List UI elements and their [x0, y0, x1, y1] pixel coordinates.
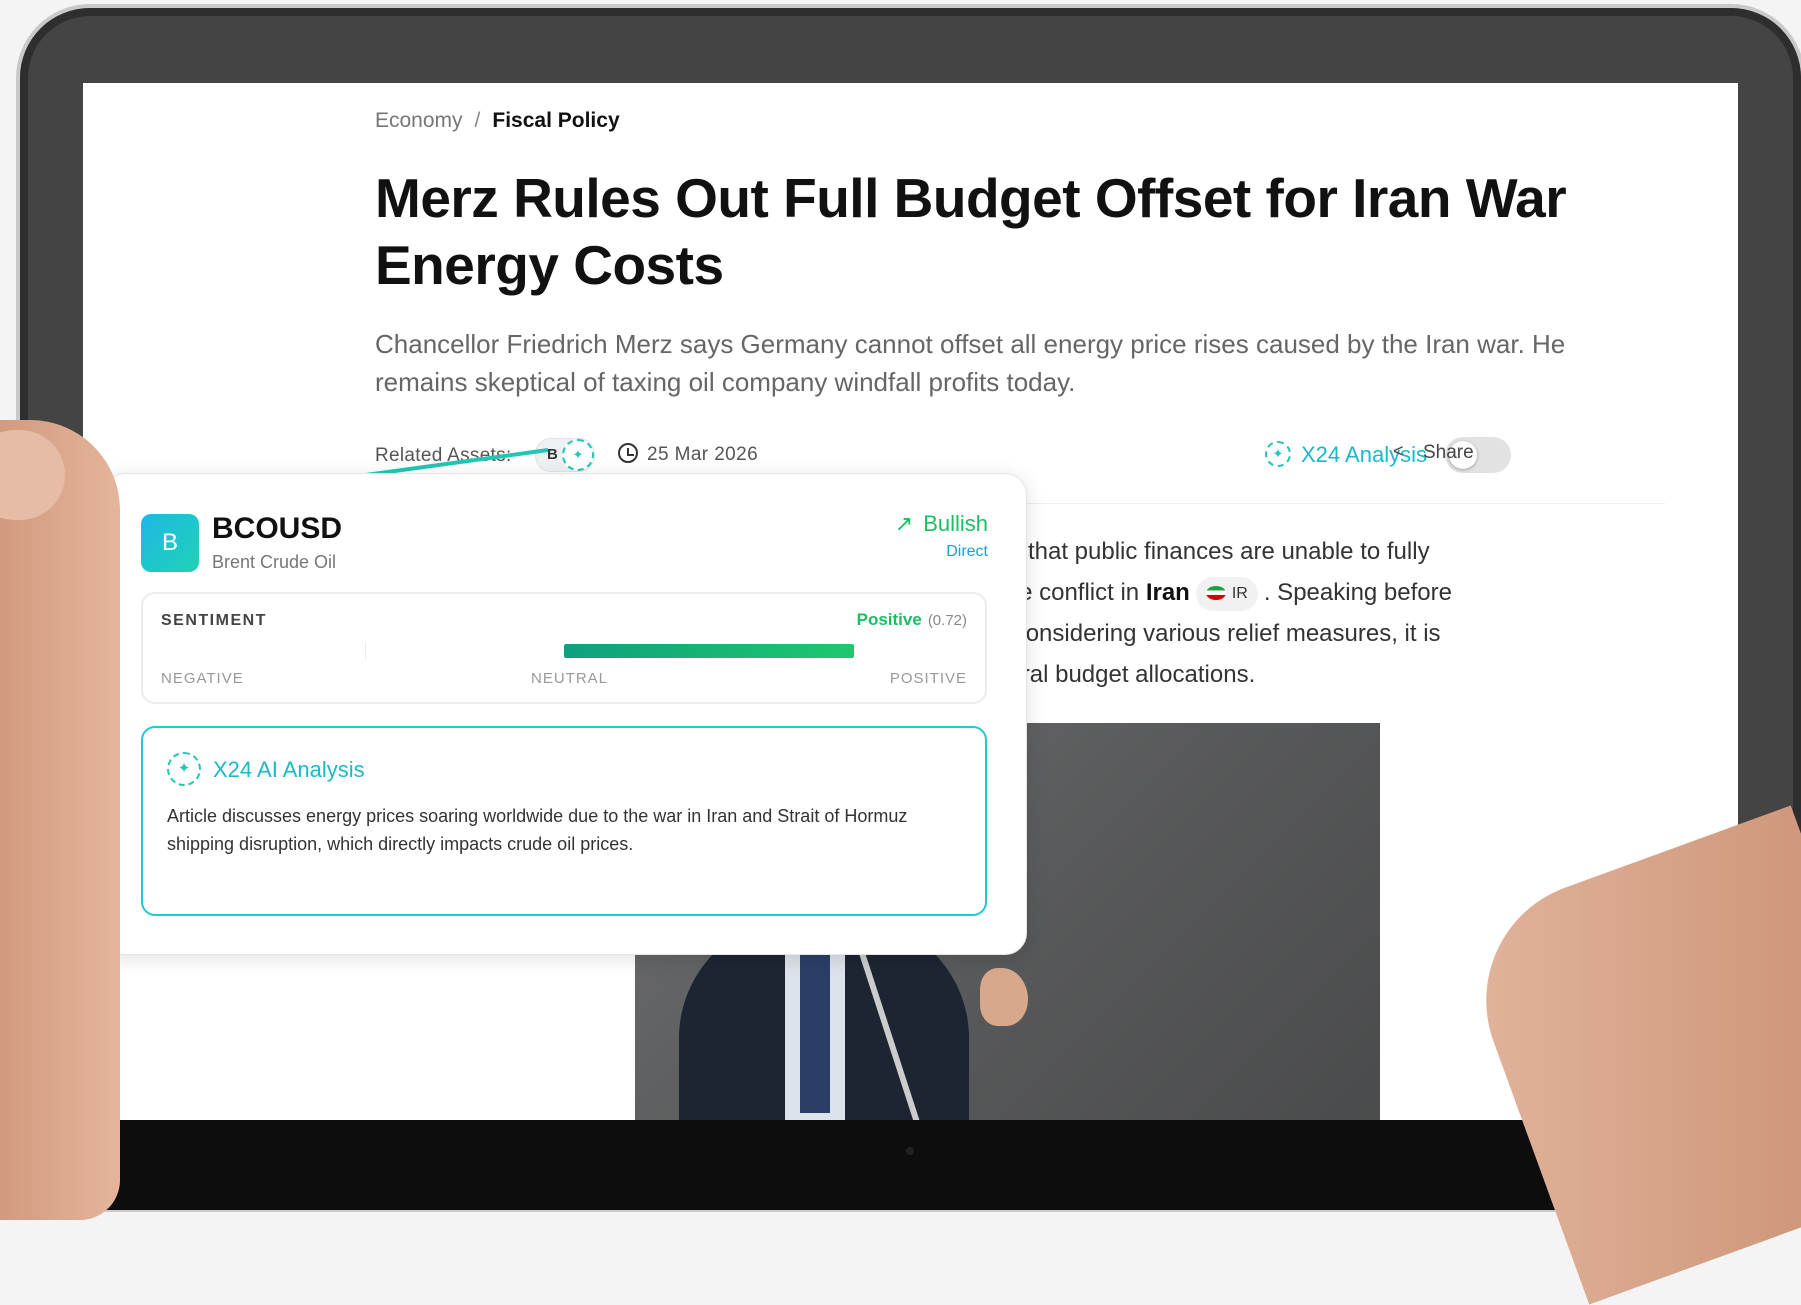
signal-type: Direct	[946, 543, 988, 560]
sentiment-title: SENTIMENT	[161, 612, 267, 629]
article-date: 25 Mar 2026	[647, 444, 759, 465]
sentiment-label: Positive	[856, 610, 922, 629]
sentiment-scale-negative: NEGATIVE	[161, 670, 244, 687]
iran-flag-icon	[1205, 585, 1226, 600]
breadcrumb-separator: /	[474, 109, 481, 132]
sentiment-panel: SENTIMENT Positive (0.72) NEGATIVE NEUTRA…	[141, 592, 987, 704]
breadcrumb-section[interactable]: Economy	[375, 109, 463, 132]
ai-sparkle-icon: ✦	[1265, 441, 1291, 467]
sentiment-score: (0.72)	[927, 612, 967, 629]
breadcrumb-current[interactable]: Fiscal Policy	[492, 109, 619, 132]
share-button[interactable]: Share	[1423, 442, 1474, 464]
asset-popup-card: B BCOUSD Brent Crude Oil ↗ Bullish Direct…	[103, 473, 1027, 955]
body-line-2-strong: Iran	[1145, 579, 1190, 606]
body-line-2-tail: . Speaking before	[1263, 579, 1452, 606]
breadcrumb: Economy / Fiscal Policy	[375, 109, 620, 133]
sentiment-value: Positive (0.72)	[857, 610, 967, 630]
asset-badge: B	[141, 514, 199, 572]
article-meta-row: Related Assets: B ✦ 25 Mar 2026 ✦ X24 An…	[375, 433, 1665, 477]
sentiment-scale-positive: POSITIVE	[889, 670, 967, 687]
asset-name: Brent Crude Oil	[212, 552, 337, 572]
article-subtitle: Chancellor Friedrich Merz says Germany c…	[375, 329, 1566, 397]
left-hand	[0, 420, 120, 1220]
ai-analysis-text: Article discusses energy prices soaring …	[167, 806, 908, 854]
sentiment-scale-neutral: NEUTRAL	[531, 670, 609, 687]
sentiment-scale-tick	[365, 642, 366, 660]
ai-sparkle-icon: ✦	[167, 752, 201, 786]
ai-sparkle-icon: ✦	[562, 439, 594, 471]
tablet-camera	[906, 1147, 914, 1155]
sentiment-bar	[564, 644, 854, 658]
signal-label: ↗ Bullish	[895, 511, 988, 537]
clock-icon	[618, 443, 638, 463]
article-headline: Merz Rules Out Full Budget Offset for Ir…	[375, 167, 1567, 296]
ai-analysis-title: X24 AI Analysis	[213, 757, 365, 782]
trending-up-icon: ↗	[894, 511, 914, 536]
ai-analysis-panel: ✦ X24 AI Analysis Article discusses ener…	[141, 726, 987, 916]
photo-tie	[800, 933, 830, 1113]
signal-text: Bullish	[923, 511, 988, 536]
asset-symbol[interactable]: BCOUSD	[212, 512, 342, 546]
photo-hand	[980, 968, 1028, 1026]
country-chip-label: IR	[1231, 584, 1248, 602]
country-chip[interactable]: IR	[1195, 576, 1258, 611]
share-icon[interactable]: <	[1393, 441, 1415, 463]
